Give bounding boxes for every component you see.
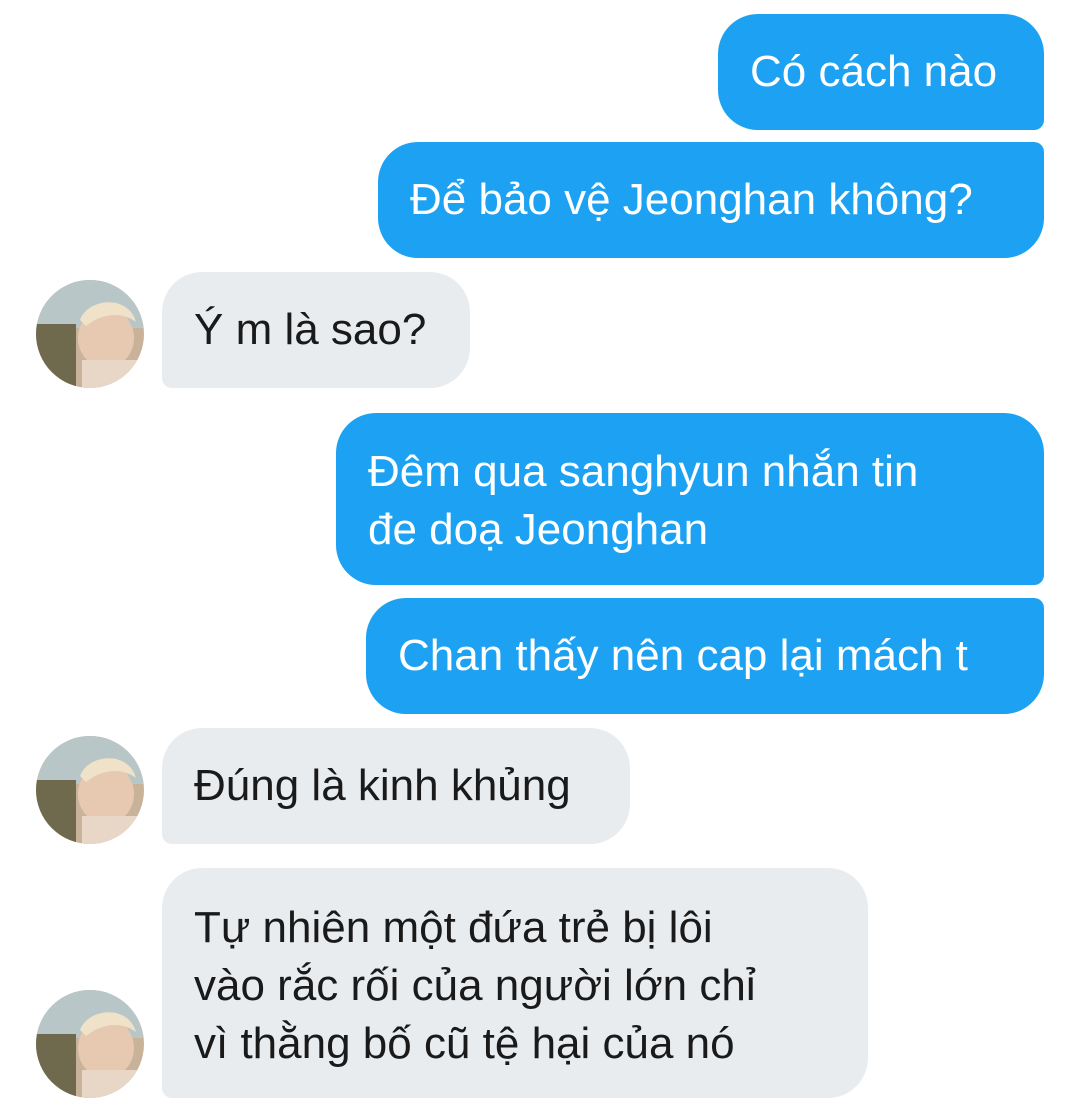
message-sent[interactable]: Để bảo vệ Jeonghan không? — [378, 142, 1044, 258]
contact-avatar[interactable] — [36, 990, 144, 1098]
message-received[interactable]: Tự nhiên một đứa trẻ bị lôi vào rắc rối … — [162, 868, 868, 1098]
contact-avatar[interactable] — [36, 280, 144, 388]
contact-avatar[interactable] — [36, 736, 144, 844]
message-sent[interactable]: Chan thấy nên cap lại mách t — [366, 598, 1044, 714]
avatar-image — [36, 736, 144, 844]
avatar-image — [36, 280, 144, 388]
message-received[interactable]: Đúng là kinh khủng — [162, 728, 630, 844]
avatar-image — [36, 990, 144, 1098]
message-sent[interactable]: Đêm qua sanghyun nhắn tin đe doạ Jeongha… — [336, 413, 1044, 585]
message-received[interactable]: Ý m là sao? — [162, 272, 470, 388]
message-sent[interactable]: Có cách nào — [718, 14, 1044, 130]
